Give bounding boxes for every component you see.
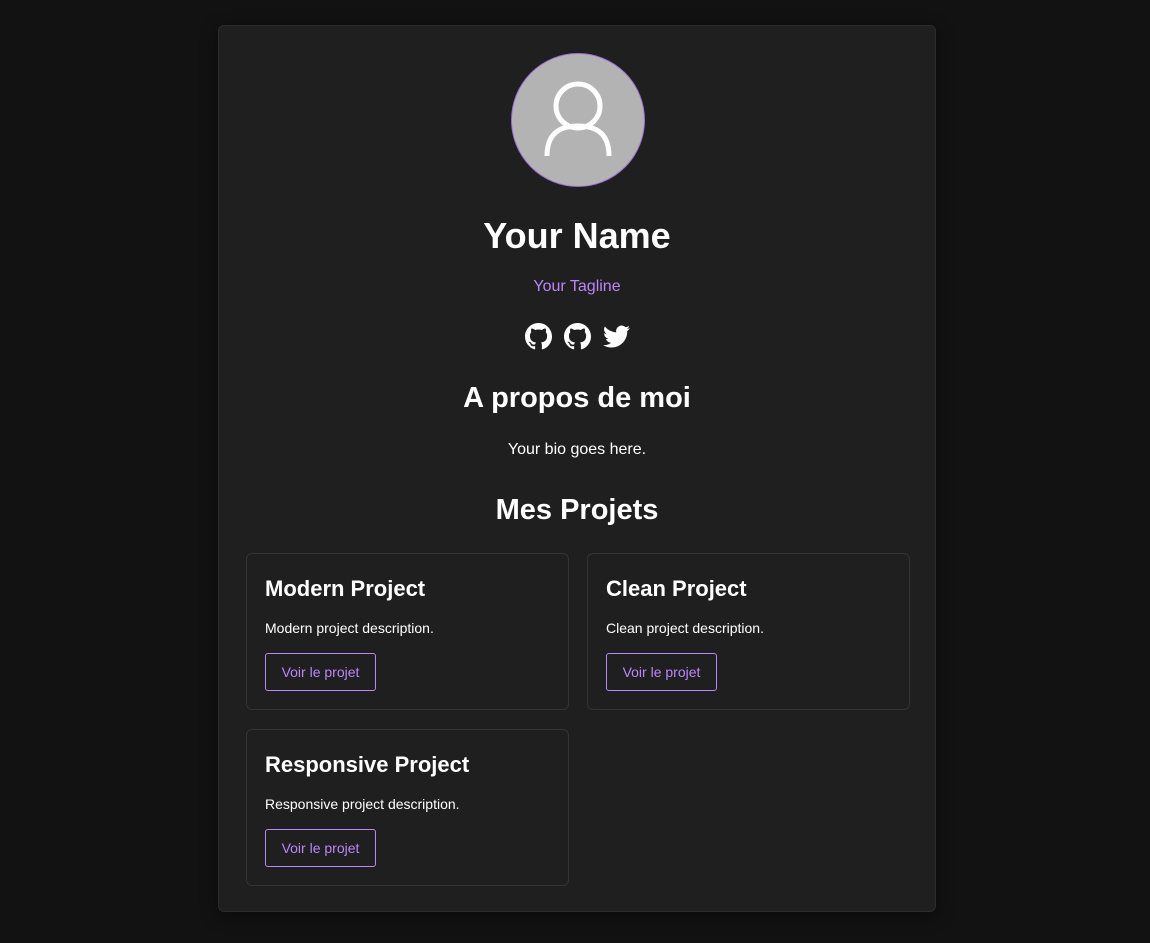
project-card-modern: Modern Project Modern project descriptio… — [246, 553, 569, 710]
user-silhouette-icon — [544, 81, 612, 157]
project-card-clean: Clean Project Clean project description.… — [587, 553, 910, 710]
github-icon — [563, 323, 591, 350]
github-icon — [524, 323, 552, 350]
view-project-button[interactable]: Voir le projet — [265, 653, 376, 691]
project-title: Modern Project — [265, 576, 426, 601]
project-title: Responsive Project — [265, 752, 470, 777]
twitter-icon — [602, 325, 630, 348]
project-description: Modern project description. — [265, 620, 434, 636]
profile-name: Your Name — [483, 215, 671, 256]
avatar — [511, 53, 645, 187]
about-title: A propos de moi — [463, 382, 691, 414]
profile-card: Your Name Your Tagline A propos de moi Y… — [218, 25, 936, 912]
twitter-link[interactable] — [602, 323, 630, 350]
github-link[interactable] — [524, 323, 552, 350]
project-title: Clean Project — [606, 576, 747, 601]
view-project-button[interactable]: Voir le projet — [265, 829, 376, 867]
project-description: Clean project description. — [606, 620, 764, 636]
view-project-button[interactable]: Voir le projet — [606, 653, 717, 691]
projects-title: Mes Projets — [495, 494, 659, 526]
social-links — [219, 323, 935, 351]
profile-tagline: Your Tagline — [533, 278, 621, 295]
bio-text: Your bio goes here. — [507, 441, 647, 458]
github-link-2[interactable] — [563, 323, 591, 350]
project-description: Responsive project description. — [265, 796, 460, 812]
project-card-responsive: Responsive Project Responsive project de… — [246, 729, 569, 886]
